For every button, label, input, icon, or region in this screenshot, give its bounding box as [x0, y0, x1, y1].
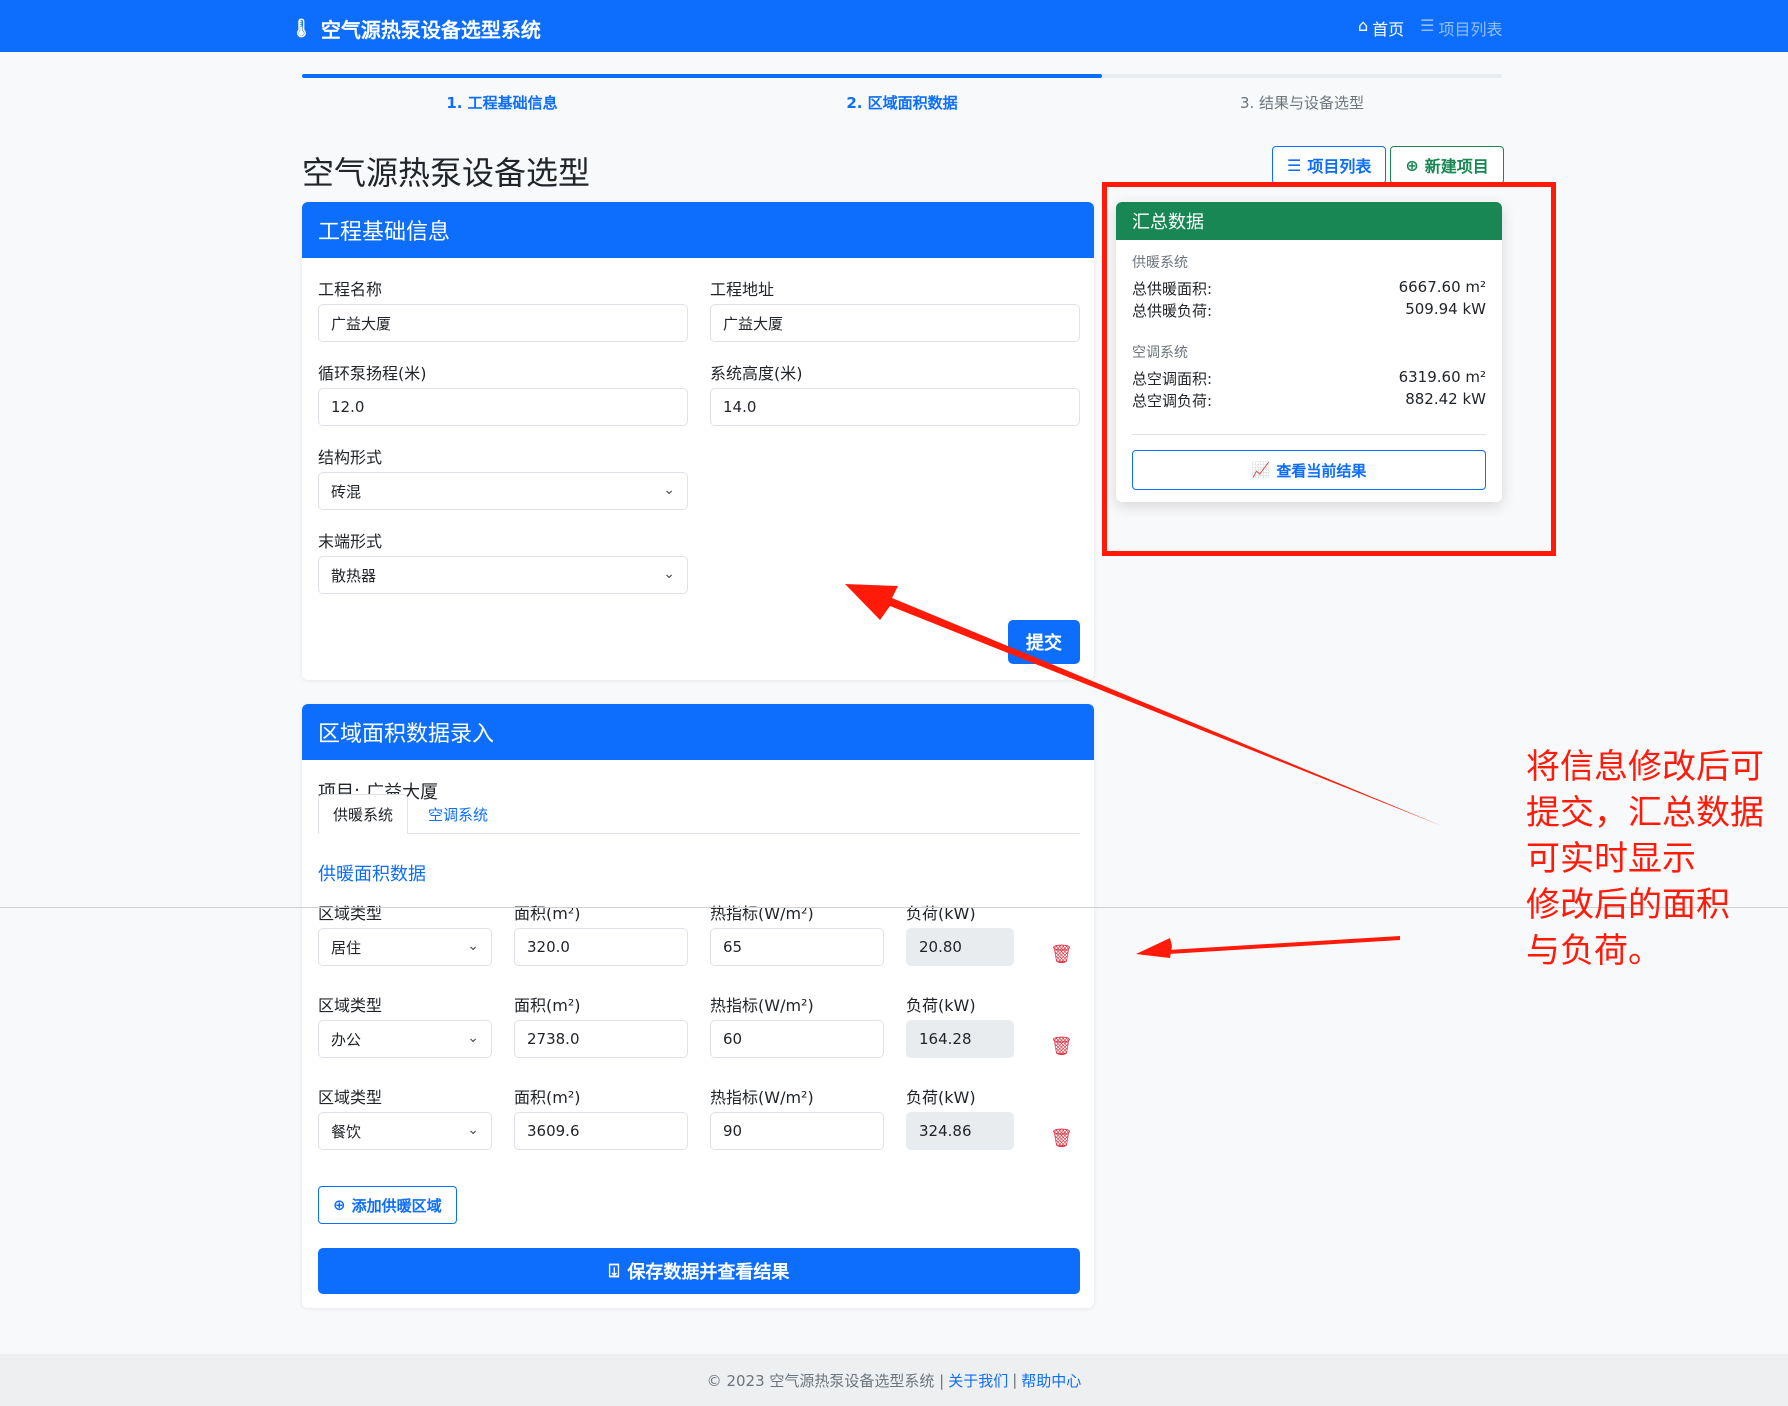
annotation-arrow-lower-shaft: [1168, 936, 1400, 954]
about-us-link[interactable]: 关于我们: [948, 1370, 1008, 1391]
annotation-arrows: [845, 584, 1442, 958]
annotation-line-4: 修改后的面积: [1526, 885, 1730, 925]
help-center-link[interactable]: 帮助中心: [1021, 1370, 1081, 1391]
annotation-note: 将信息修改后可 提交，汇总数据 可实时显示 修改后的面积 与负荷。: [1526, 744, 1788, 974]
footer-separator: |: [1012, 1371, 1018, 1389]
annotation-line-1: 将信息修改后可: [1526, 747, 1764, 787]
annotation-arrow-upper: [845, 584, 1442, 826]
page-footer: © 2023 空气源热泵设备选型系统 | 关于我们 | 帮助中心: [0, 1354, 1788, 1406]
footer-copyright: © 2023 空气源热泵设备选型系统 |: [706, 1371, 945, 1390]
annotation-line-2: 提交，汇总数据: [1526, 793, 1764, 833]
annotation-line-3: 可实时显示: [1526, 839, 1696, 879]
annotation-line-5: 与负荷。: [1526, 931, 1662, 971]
